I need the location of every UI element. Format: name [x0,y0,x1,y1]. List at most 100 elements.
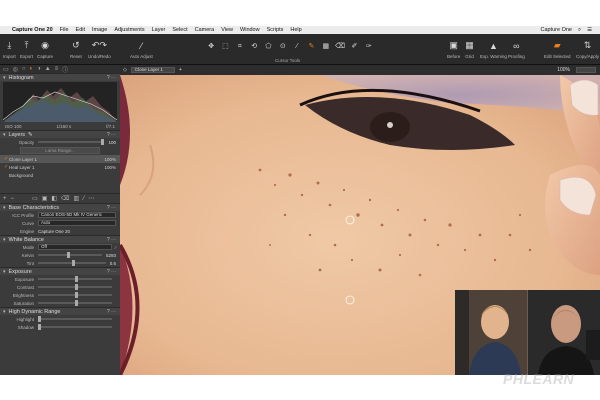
tool-tabs: ▭ ◎ ○ ◐ ◑ ▲ ≡ ⓘ [0,65,120,74]
contrast-slider[interactable] [38,284,112,290]
grid-button[interactable]: ▦ Grid [464,40,475,59]
curve-row: Curve Auto [0,219,120,227]
mask-icon[interactable]: ▭ [32,195,38,202]
before-button[interactable]: ▣ Before [447,40,460,59]
add-layer-icon[interactable]: + [3,196,7,202]
invert-mask-icon[interactable]: ◧ [51,195,57,202]
saturation-row: Saturation [0,299,120,307]
refine-icon[interactable]: ⁄ [83,196,84,202]
menu-select[interactable]: Select [172,27,187,33]
section-actions-icon[interactable]: ? ⋯ [107,308,116,316]
annotate-tool-icon[interactable]: ✐ [348,42,360,52]
adjustments-tab-icon[interactable]: ≡ [55,66,59,72]
section-actions-icon[interactable]: ? ⋯ [107,236,116,244]
highlight-row: Highlight [0,315,120,323]
menu-window[interactable]: Window [240,27,260,33]
icc-profile-select[interactable]: Canon EOS-5D Mk IV Generic [38,212,116,218]
erase-mask-icon[interactable]: ⌫ [61,195,69,202]
webcam-person-right [527,290,600,375]
add-icon[interactable]: + [179,67,182,73]
menu-scripts[interactable]: Scripts [267,27,284,33]
brush-tool-icon[interactable]: ✎ [305,42,317,52]
zoom-slider[interactable] [576,67,596,73]
section-actions-icon[interactable]: ? ⋯ [107,74,116,82]
section-actions-icon[interactable]: ? ⋯ [107,204,116,212]
menu-camera[interactable]: Camera [195,27,215,33]
layer-item[interactable]: ✓ Clone Layer 1 100% [0,155,120,163]
highlight-slider[interactable] [38,316,112,322]
menu-list-icon[interactable]: ☰ [587,27,592,33]
search-icon[interactable]: ⌕ [578,27,581,34]
exposure-header[interactable]: ▾ Exposure ? ⋯ [0,267,120,275]
copy-apply-button[interactable]: ⇅ Copy/Apply [576,40,599,59]
hdr-header[interactable]: ▾ High Dynamic Range ? ⋯ [0,307,120,315]
layer-item[interactable]: Background [0,171,120,179]
exposure-tab-icon[interactable]: ◑ [37,66,41,72]
zoom-level[interactable]: 100% [557,67,570,73]
exposure-warning-button[interactable]: ▲ Exp. Warning [480,40,507,60]
menu-view[interactable]: View [221,27,233,33]
import-button[interactable]: ⤓ Import [3,40,16,59]
crop-tool-icon[interactable]: ⌗ [234,42,246,52]
histogram-header[interactable]: ▾ Histogram ? ⋯ [0,73,120,81]
layers-icon[interactable]: ◇ [123,67,127,73]
menu-app-name[interactable]: Capture One 20 [12,27,53,33]
select-tool-icon[interactable]: ⬚ [219,42,231,52]
brightness-slider[interactable] [38,292,112,298]
menu-help[interactable]: Help [290,27,301,33]
library-tab-icon[interactable]: ▭ [3,66,9,73]
exposure-row: Exposure [0,275,120,283]
text-tool-icon[interactable]: ✑ [363,42,375,52]
menu-edit[interactable]: Edit [76,27,85,33]
menu-file[interactable]: File [60,27,69,33]
shadow-slider[interactable] [38,324,112,330]
menu-image[interactable]: Image [92,27,107,33]
capture-button[interactable]: ◉ Capture [37,40,53,59]
edit-selected-button[interactable]: ▰ Edit Selected [544,40,571,59]
auto-adjust-button[interactable]: ⁄ Auto Adjust [130,40,153,60]
wb-mode-select[interactable]: Off [38,244,113,250]
layer-item[interactable]: ✓ Heal Layer 1 100% [0,163,120,171]
details-tab-icon[interactable]: ▲ [45,66,51,72]
watermark-logo: PHLEARN [503,371,575,387]
curve-select[interactable]: Auto [38,220,116,226]
color-tab-icon[interactable]: ◐ [30,66,34,72]
eraser-tool-icon[interactable]: ⌫ [334,42,346,52]
layer-select[interactable]: Clone Layer 1 [130,67,175,73]
fill-mask-icon[interactable]: ▣ [42,195,48,202]
picker-icon[interactable]: ⁄ [115,245,116,250]
tint-value: 0.6 [109,260,116,266]
saturation-slider[interactable] [38,300,112,306]
gradient-tool-icon[interactable]: ▦ [320,42,332,52]
kelvin-slider[interactable] [38,252,102,258]
layer-menu-icon[interactable]: ⋯ [88,195,94,202]
mask-color-icon[interactable]: ▥ [74,195,80,202]
base-characteristics-header[interactable]: ▾ Base Characteristics ? ⋯ [0,203,120,211]
picker-tool-icon[interactable]: ⁄ [291,42,303,52]
capture-tab-icon[interactable]: ◎ [13,66,18,73]
white-balance-header[interactable]: ▾ White Balance ? ⋯ [0,235,120,243]
export-button[interactable]: ⤒ Export [20,40,33,59]
remove-layer-icon[interactable]: − [11,196,15,202]
reset-button[interactable]: ↺ Reset [70,40,82,59]
section-actions-icon[interactable]: ? ⋯ [107,268,116,276]
lens-tab-icon[interactable]: ○ [22,66,26,72]
proofing-button[interactable]: ∞ Proofing [508,40,525,60]
undo-redo-button[interactable]: ↶↷ Undo/Redo [88,40,111,59]
section-actions-icon[interactable]: ? ⋯ [107,131,116,139]
luma-range-button[interactable]: Luma Range... [20,147,100,154]
layers-header[interactable]: ▾ Layers ✎ ? ⋯ [0,130,120,138]
brush-icon[interactable]: ✎ [28,132,33,138]
menu-adjustments[interactable]: Adjustments [114,27,144,33]
engine-value: Capture One 20 [38,228,71,234]
rotate-tool-icon[interactable]: ⟲ [248,42,260,52]
tint-slider[interactable] [38,260,106,266]
menu-layer[interactable]: Layer [152,27,166,33]
pan-tool-icon[interactable]: ✥ [205,42,217,52]
engine-row: Engine Capture One 20 [19,228,71,234]
spot-tool-icon[interactable]: ⊙ [277,42,289,52]
exposure-slider[interactable] [38,276,112,282]
opacity-slider[interactable] [38,139,105,145]
keystone-tool-icon[interactable]: ⬠ [262,42,274,52]
undo-redo-icon: ↶↷ [91,40,107,50]
